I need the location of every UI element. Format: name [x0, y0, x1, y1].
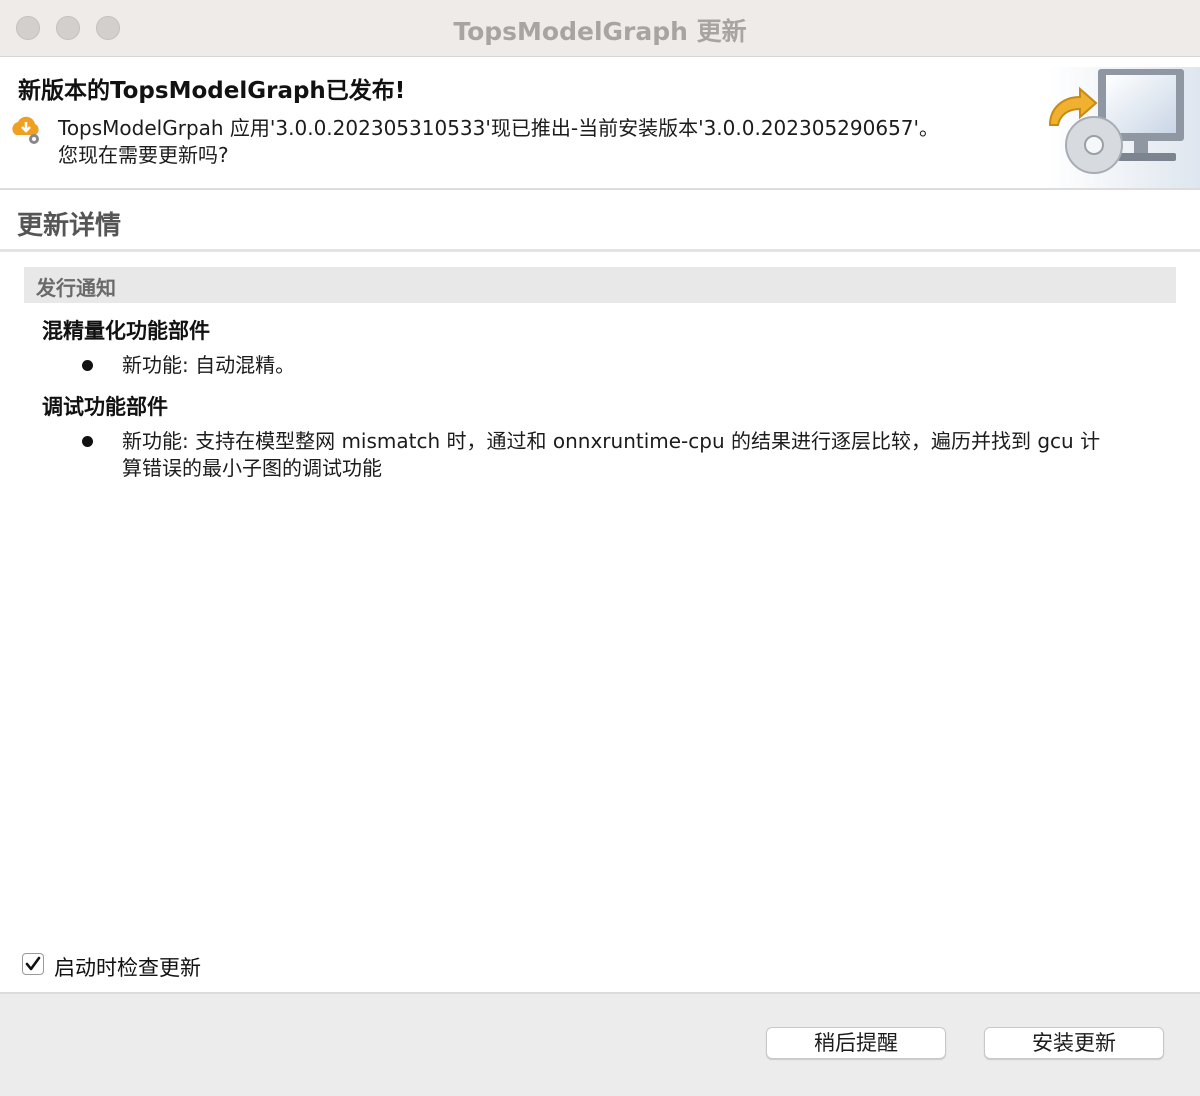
check-on-startup-checkbox[interactable]: [22, 953, 44, 975]
dialog-footer: 稍后提醒 安装更新: [0, 992, 1200, 1096]
release-notes-header: 发行通知: [24, 267, 1176, 303]
update-dialog: TopsModelGraph 更新 新版本的TopsModelGraph已发布!…: [0, 0, 1200, 1096]
update-banner: 新版本的TopsModelGraph已发布! TopsModelGrpah 应用…: [0, 57, 1200, 190]
check-on-startup-label[interactable]: 启动时检查更新: [54, 952, 201, 982]
bullet-icon: [82, 436, 93, 447]
remind-later-button[interactable]: 稍后提醒: [766, 1027, 946, 1059]
banner-message-line1: TopsModelGrpah 应用'3.0.0.202305310533'现已推…: [58, 116, 940, 140]
feature-title-debug: 调试功能部件: [42, 395, 168, 419]
feature-title-mixed-precision: 混精量化功能部件: [42, 319, 210, 343]
install-monitor-cd-icon: [1048, 67, 1200, 188]
banner-message-line2: 您现在需要更新吗?: [58, 143, 229, 167]
release-notes-label: 发行通知: [36, 276, 116, 300]
feature-bullet: 新功能: 支持在模型整网 mismatch 时，通过和 onnxruntime-…: [122, 429, 1101, 480]
update-details-title: 更新详情: [17, 211, 122, 241]
title-bar[interactable]: TopsModelGraph 更新: [0, 0, 1200, 57]
banner-message: TopsModelGrpah 应用'3.0.0.202305310533'现已推…: [58, 115, 1038, 169]
banner-heading: 新版本的TopsModelGraph已发布!: [18, 78, 406, 104]
window-title: TopsModelGraph 更新: [453, 17, 747, 46]
divider: [0, 249, 1200, 252]
feature-bullet: 新功能: 自动混精。: [122, 353, 296, 377]
install-update-button[interactable]: 安装更新: [984, 1027, 1164, 1059]
download-update-icon: [12, 116, 39, 144]
checkmark-icon: [25, 956, 41, 971]
bullet-icon: [82, 360, 93, 371]
